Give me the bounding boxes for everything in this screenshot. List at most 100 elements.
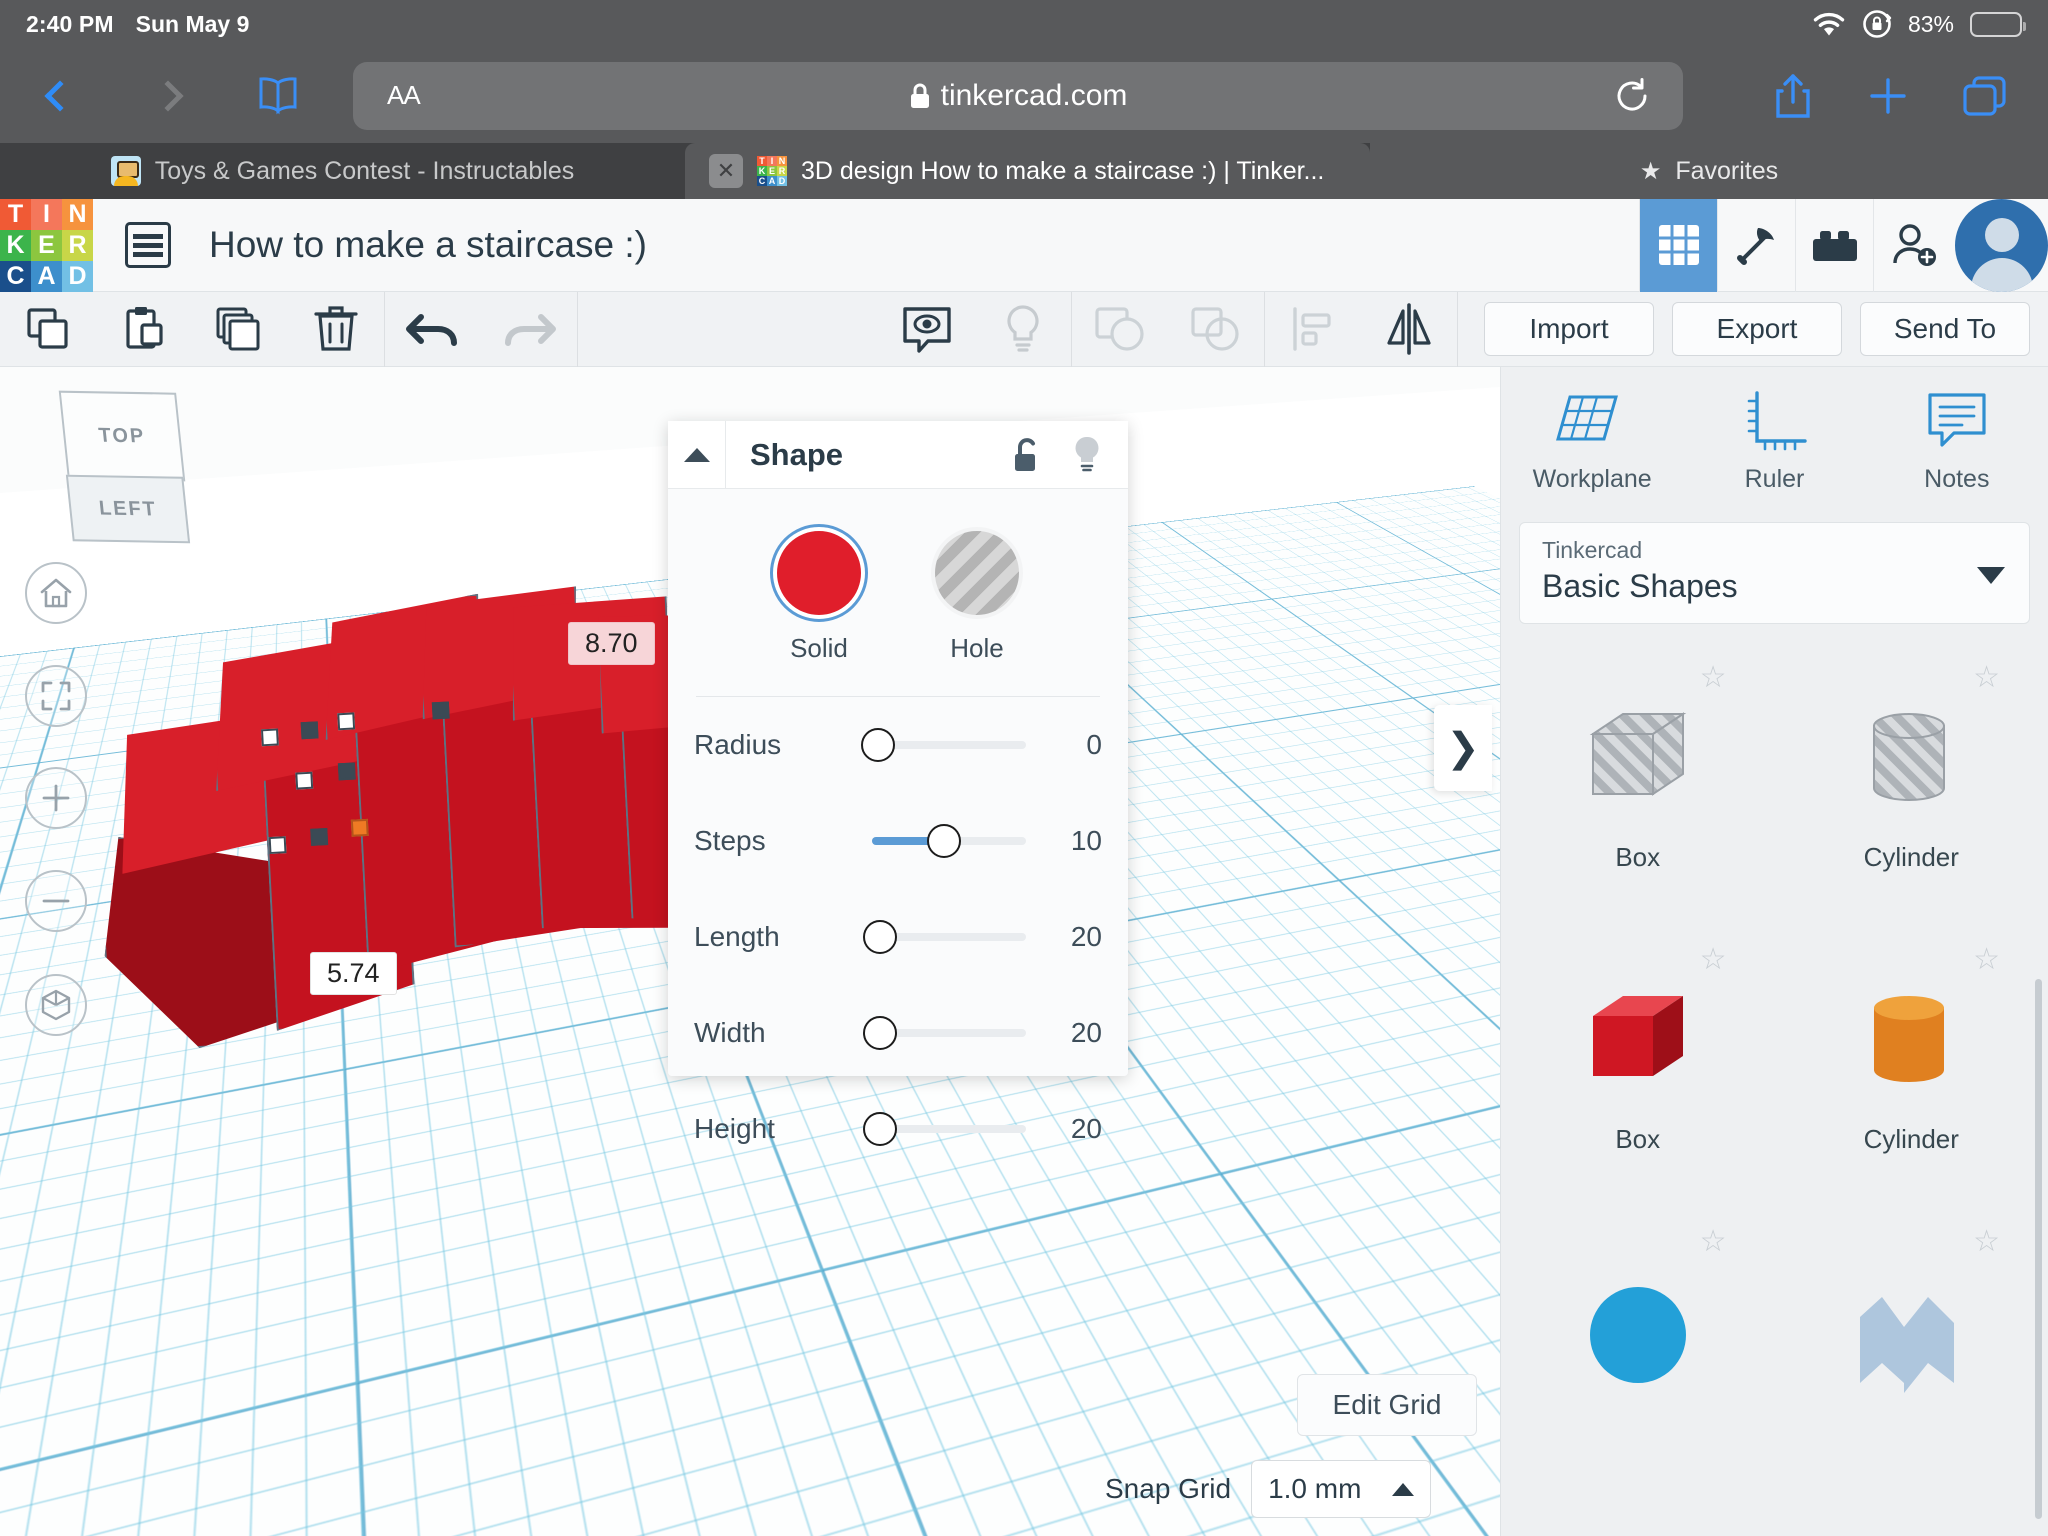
view-cube[interactable]: TOP LEFT	[55, 392, 215, 552]
tinkercad-logo[interactable]: TIN KER CAD	[0, 199, 93, 292]
sidebar-scrollbar[interactable]	[2035, 979, 2042, 1519]
duplicate-icon[interactable]	[192, 292, 288, 367]
slider-value-height[interactable]: 20	[1044, 1113, 1102, 1145]
shape-category-select[interactable]: Tinkercad Basic Shapes	[1519, 522, 2030, 624]
slider-knob-radius[interactable]	[861, 728, 895, 762]
star-outline-icon[interactable]: ☆	[1700, 942, 1727, 977]
hole-option[interactable]: Hole	[931, 527, 1023, 664]
paste-icon[interactable]	[96, 292, 192, 367]
snap-grid-control: Snap Grid 1.0 mm	[1105, 1460, 1431, 1518]
blocks-icon[interactable]	[1795, 199, 1873, 292]
bookmarks-button[interactable]	[248, 66, 308, 126]
tabs-overview-button[interactable]	[1962, 74, 2008, 118]
perspective-toggle-icon[interactable]	[25, 974, 87, 1036]
hole-swatch[interactable]	[931, 527, 1023, 619]
slider-track-radius[interactable]	[872, 741, 1026, 749]
shape-item-sphere-blue[interactable]: ☆	[1501, 1206, 1775, 1488]
plus-icon	[1866, 74, 1910, 118]
star-outline-icon[interactable]: ☆	[1973, 660, 2000, 695]
grid-view-icon[interactable]	[1639, 199, 1717, 292]
home-view-icon[interactable]	[25, 562, 87, 624]
shape-item-cylinder-hole[interactable]: ☆ Cylinder	[1775, 642, 2048, 924]
tab-title: 3D design How to make a staircase :) | T…	[801, 157, 1324, 186]
star-outline-icon[interactable]: ☆	[1973, 942, 2000, 977]
slider-track-width[interactable]	[872, 1029, 1026, 1037]
back-button[interactable]	[30, 66, 90, 126]
address-bar[interactable]: AA tinkercad.com	[353, 62, 1683, 130]
notes-shortcut[interactable]: Notes	[1866, 389, 2048, 494]
slider-value-steps[interactable]: 10	[1044, 825, 1102, 857]
text-size-button[interactable]: AA	[387, 80, 420, 111]
zoom-in-icon[interactable]	[25, 767, 87, 829]
snap-grid-select[interactable]: 1.0 mm	[1251, 1460, 1431, 1518]
sidebar-collapse-button[interactable]: ❯	[1434, 705, 1492, 791]
show-hide-icon[interactable]	[879, 292, 975, 367]
new-tab-button[interactable]	[1866, 74, 1910, 118]
slider-track-height[interactable]	[872, 1125, 1026, 1133]
undo-icon[interactable]	[385, 292, 481, 367]
solid-option[interactable]: Solid	[773, 527, 865, 664]
forward-button[interactable]	[138, 66, 198, 126]
favorites-tab[interactable]: ★ Favorites	[1370, 143, 2048, 199]
slider-steps[interactable]: Steps 10	[668, 793, 1128, 889]
dimension-label-width[interactable]: 8.70	[568, 622, 655, 665]
shape-item-box-hole[interactable]: ☆ Box	[1501, 642, 1775, 924]
star-outline-icon[interactable]: ☆	[1973, 1224, 2000, 1259]
solid-swatch[interactable]	[773, 527, 865, 619]
shape-item-box-red[interactable]: ☆ Box	[1501, 924, 1775, 1206]
share-button[interactable]	[1772, 72, 1814, 120]
slider-value-width[interactable]: 20	[1044, 1017, 1102, 1049]
ruler-icon	[1739, 389, 1809, 453]
slider-knob-length[interactable]	[863, 920, 897, 954]
user-avatar[interactable]	[1955, 199, 2048, 292]
close-icon[interactable]: ✕	[709, 154, 743, 188]
page-title: How to make a staircase :)	[209, 224, 647, 266]
star-outline-icon[interactable]: ☆	[1700, 660, 1727, 695]
shape-item-cylinder-orange[interactable]: ☆ Cylinder	[1775, 924, 2048, 1206]
import-button[interactable]: Import	[1484, 302, 1654, 356]
slider-height[interactable]: Height 20	[668, 1081, 1128, 1177]
browser-tab-inactive[interactable]: Toys & Games Contest - Instructables	[0, 143, 685, 199]
reload-button[interactable]	[1613, 77, 1651, 115]
battery-percentage: 83%	[1908, 11, 1954, 38]
caret-up-icon[interactable]	[668, 421, 726, 489]
status-time: 2:40 PM	[26, 11, 114, 38]
slider-length[interactable]: Length 20	[668, 889, 1128, 985]
shape-type-toggle: Solid Hole	[668, 489, 1128, 664]
codeblocks-icon[interactable]	[1717, 199, 1795, 292]
fit-to-view-icon[interactable]	[25, 665, 87, 727]
star-outline-icon[interactable]: ☆	[1700, 1224, 1727, 1259]
slider-knob-steps[interactable]	[927, 824, 961, 858]
send-to-button[interactable]: Send To	[1860, 302, 2030, 356]
workplane-shortcut[interactable]: Workplane	[1501, 389, 1683, 494]
shape-label: Cylinder	[1864, 842, 1959, 873]
slider-radius[interactable]: Radius 0	[668, 697, 1128, 793]
slider-value-length[interactable]: 20	[1044, 921, 1102, 953]
add-person-icon[interactable]	[1873, 199, 1951, 292]
view-cube-top-face[interactable]: TOP	[59, 391, 186, 482]
copy-icon[interactable]	[0, 292, 96, 367]
ruler-shortcut[interactable]: Ruler	[1683, 389, 1865, 494]
chevron-down-icon[interactable]	[1977, 567, 2005, 584]
slider-label-steps: Steps	[694, 825, 854, 857]
shape-item-roof-gray[interactable]: ☆	[1775, 1206, 2048, 1488]
dimension-label-length[interactable]: 5.74	[310, 952, 397, 995]
delete-icon[interactable]	[288, 292, 384, 367]
mirror-icon[interactable]	[1361, 292, 1457, 367]
lock-icon	[909, 82, 931, 110]
slider-value-radius[interactable]: 0	[1044, 729, 1102, 761]
light-bulb-icon[interactable]	[1070, 435, 1104, 475]
export-button[interactable]: Export	[1672, 302, 1842, 356]
slider-width[interactable]: Width 20	[668, 985, 1128, 1081]
view-cube-left-face[interactable]: LEFT	[66, 475, 190, 544]
zoom-out-icon[interactable]	[25, 870, 87, 932]
slider-knob-height[interactable]	[863, 1112, 897, 1146]
slider-track-steps[interactable]	[872, 837, 1026, 845]
star-icon: ★	[1640, 157, 1662, 186]
edit-grid-button[interactable]: Edit Grid	[1297, 1374, 1477, 1436]
document-list-icon[interactable]	[125, 222, 171, 268]
slider-track-length[interactable]	[872, 933, 1026, 941]
browser-tab-active[interactable]: ✕ TIN KER CAD 3D design How to make a st…	[685, 143, 1370, 199]
unlock-icon[interactable]	[1010, 436, 1044, 474]
slider-knob-width[interactable]	[863, 1016, 897, 1050]
